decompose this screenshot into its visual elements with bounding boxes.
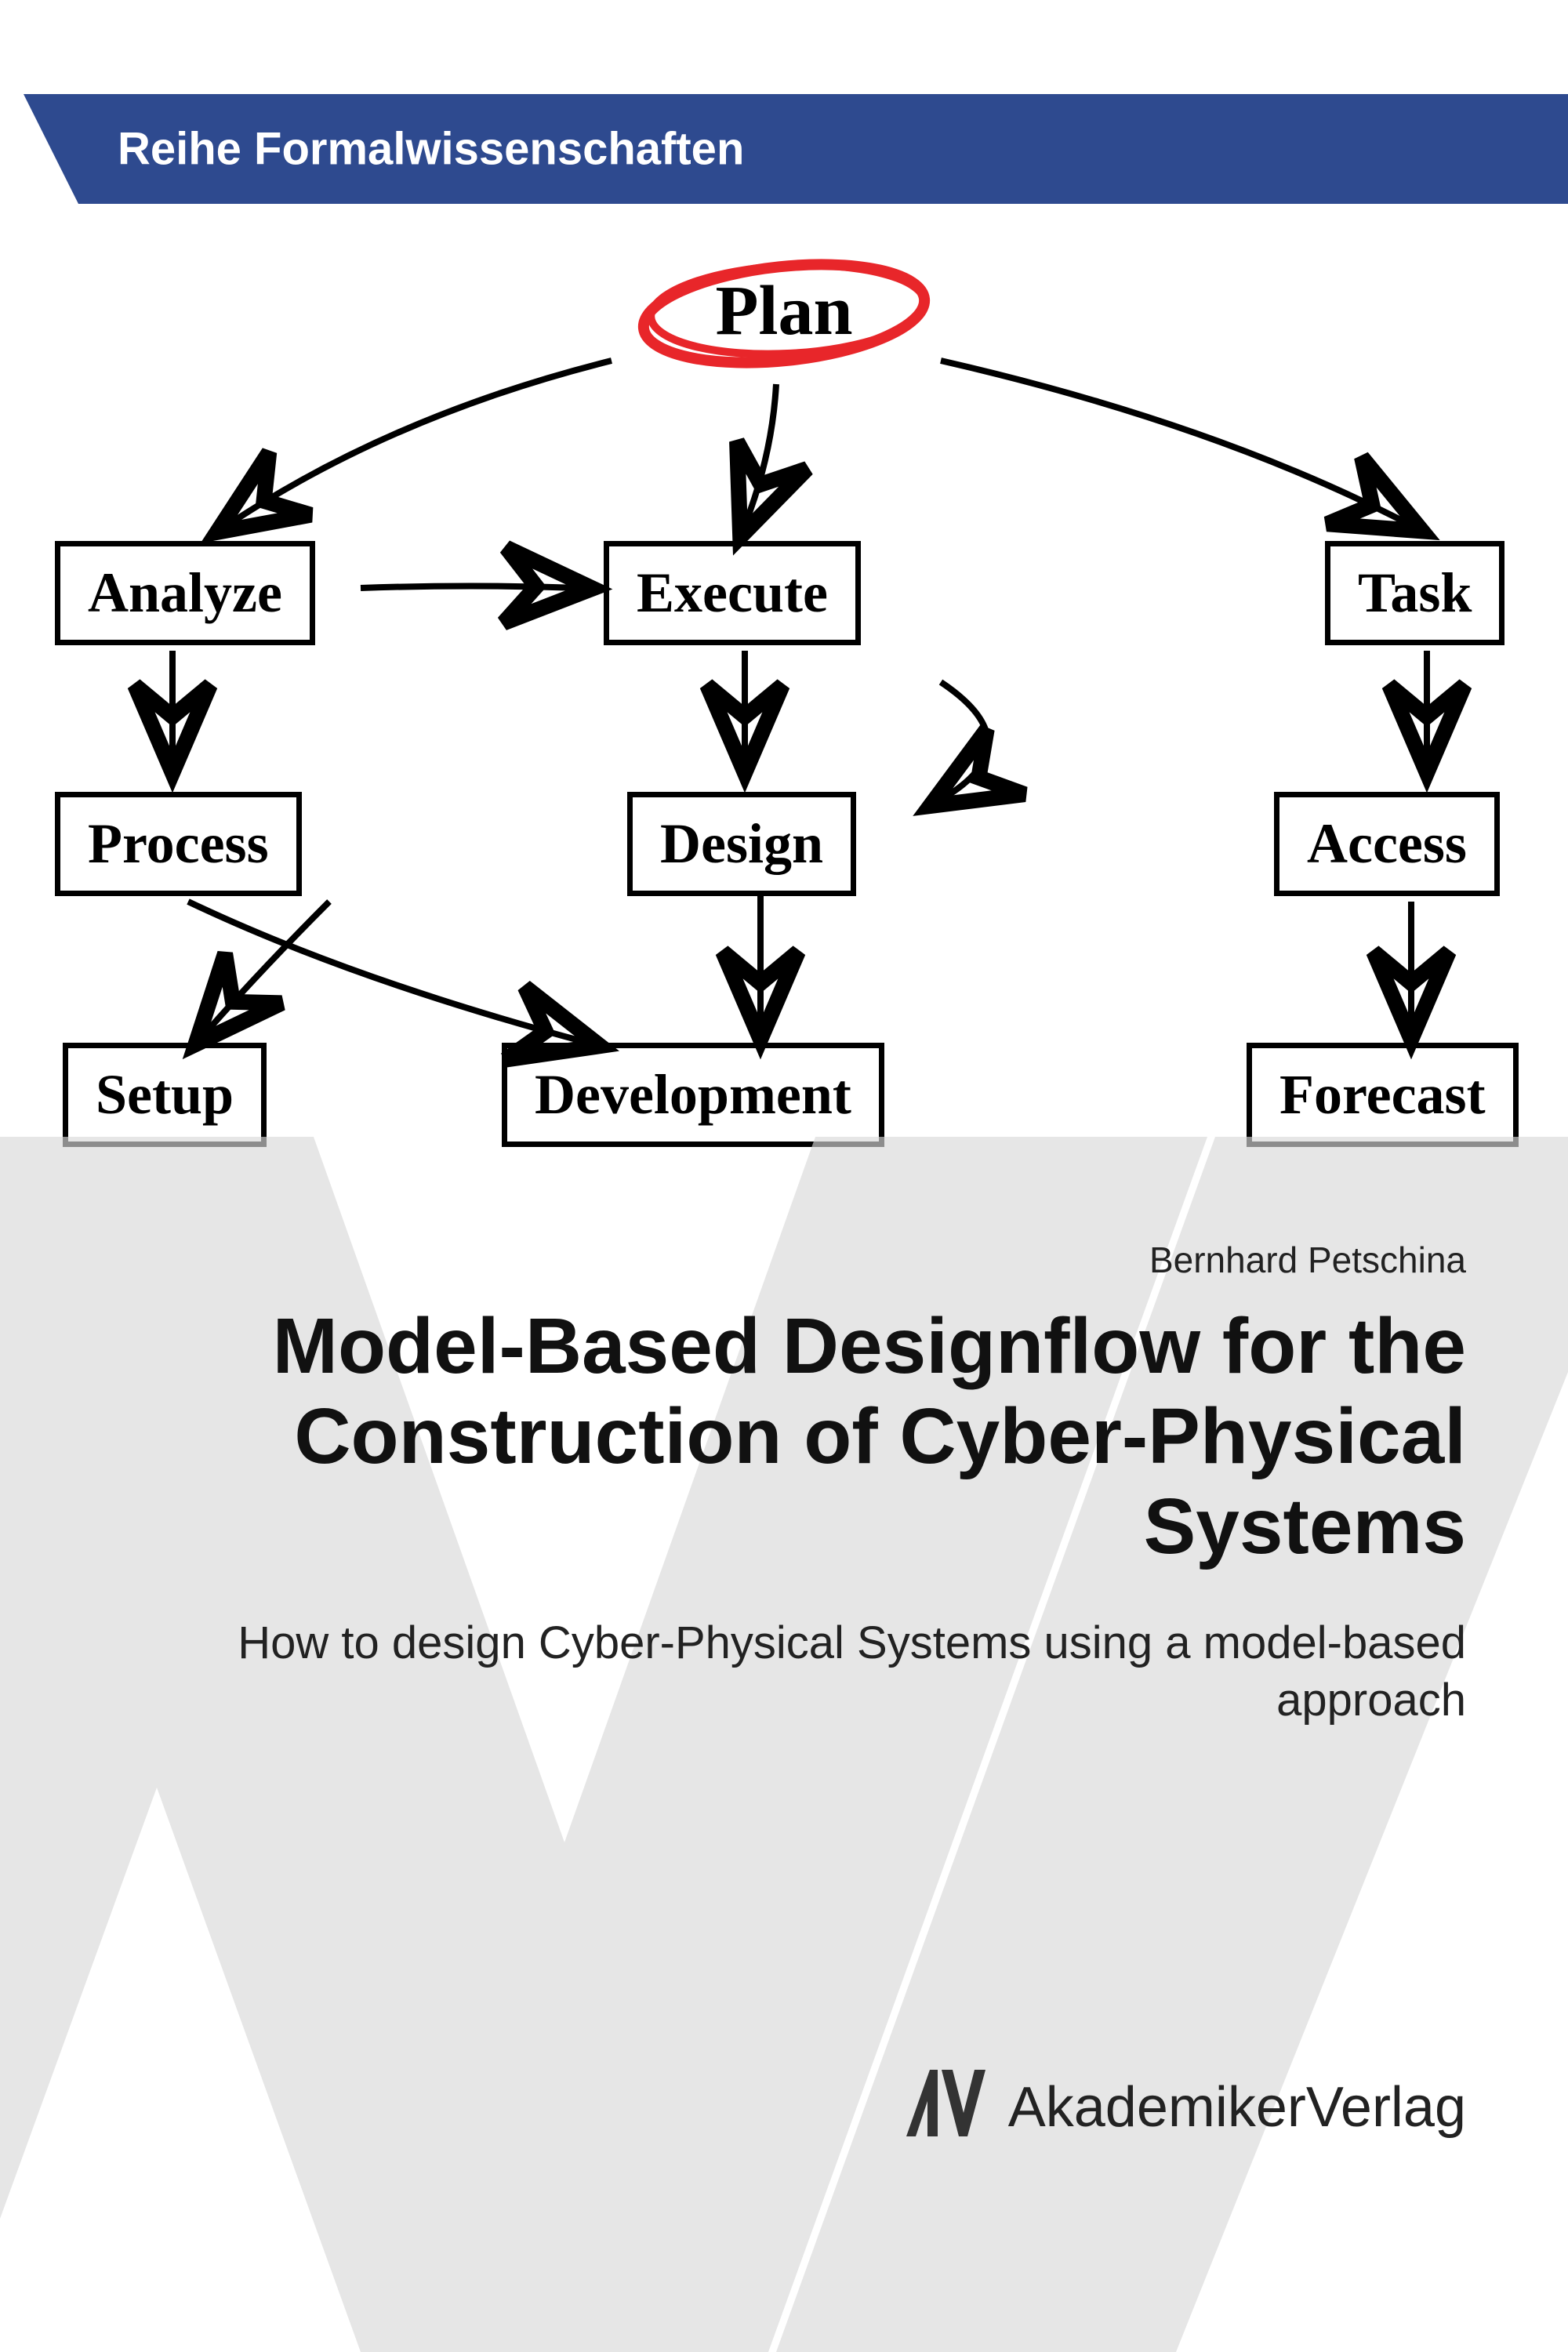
book-subtitle: How to design Cyber-Physical Systems usi… bbox=[235, 1615, 1466, 1729]
publisher-logo-icon bbox=[895, 2058, 989, 2156]
series-banner: Reihe Formalwissenschaften bbox=[0, 94, 1568, 204]
node-setup: Setup bbox=[63, 1043, 267, 1147]
node-plan: Plan bbox=[684, 267, 884, 355]
node-forecast: Forecast bbox=[1247, 1043, 1519, 1147]
series-label: Reihe Formalwissenschaften bbox=[118, 123, 744, 176]
node-development: Development bbox=[502, 1043, 884, 1147]
publisher-name: AkademikerVerlag bbox=[1008, 2075, 1466, 2140]
node-process: Process bbox=[55, 792, 302, 896]
node-design: Design bbox=[627, 792, 856, 896]
book-title: Model-Based Designflow for the Construct… bbox=[102, 1301, 1466, 1572]
author-name: Bernhard Petschina bbox=[1149, 1239, 1466, 1281]
publisher-block: AkademikerVerlag bbox=[895, 2058, 1466, 2156]
node-access: Access bbox=[1274, 792, 1500, 896]
flowchart-diagram: Plan Analyze Execute Task Process Design… bbox=[0, 259, 1568, 1200]
node-task: Task bbox=[1325, 541, 1504, 645]
node-analyze: Analyze bbox=[55, 541, 315, 645]
node-execute: Execute bbox=[604, 541, 861, 645]
